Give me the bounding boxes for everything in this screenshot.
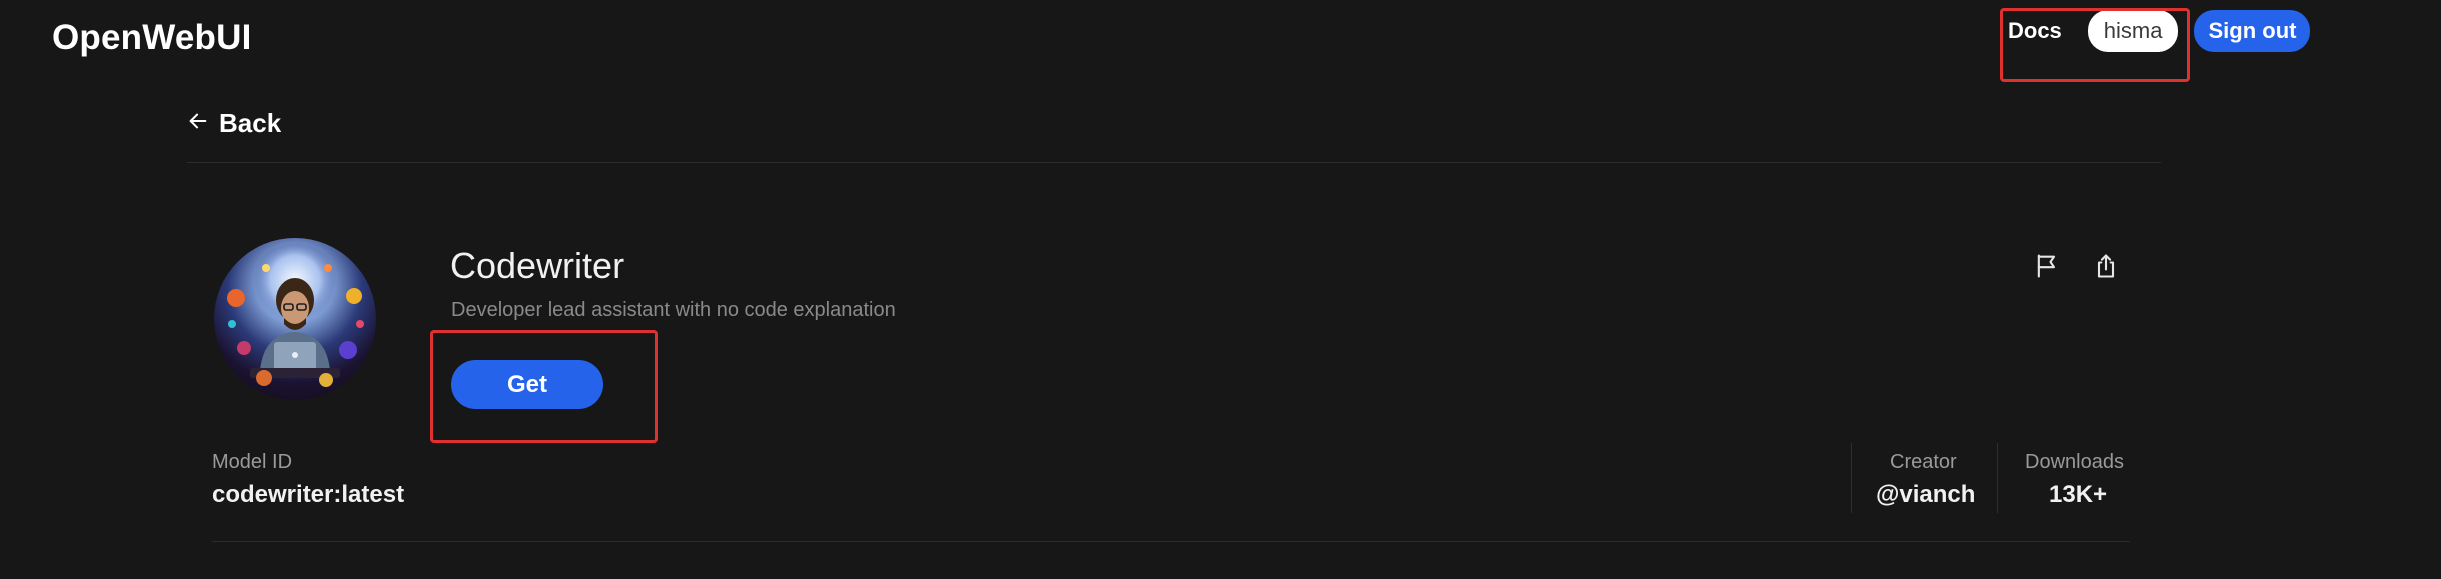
creator-label: Creator [1890,451,1957,473]
user-badge[interactable]: hisma [2087,10,2179,52]
share-button[interactable] [2089,250,2123,284]
app-logo[interactable]: OpenWebUI [52,18,252,58]
sign-out-button[interactable]: Sign out [2194,10,2311,52]
back-label: Back [219,108,282,138]
model-id-label: Model ID [212,451,293,473]
arrow-left-icon [187,108,209,139]
get-model-button[interactable]: Get [451,360,603,409]
docs-link[interactable]: Docs [2002,10,2068,52]
page: OpenWebUI Docs hisma Sign out Back Codew… [0,0,2441,579]
downloads-value: 13K+ [2049,481,2108,508]
top-divider [187,162,2161,163]
model-description: Developer lead assistant with no code ex… [451,299,896,321]
share-icon [2092,252,2120,283]
back-link[interactable]: Back [187,108,281,139]
stats-separator [1851,443,1852,513]
model-avatar [214,238,376,400]
creator-value[interactable]: @vianch [1876,481,1975,509]
stats-separator [1997,443,1998,513]
flag-icon [2033,252,2061,283]
model-id-value: codewriter:latest [212,481,405,508]
bottom-divider [212,541,2130,542]
header-actions: Docs hisma Sign out [2002,10,2311,52]
report-button[interactable] [2030,250,2064,284]
downloads-label: Downloads [2025,451,2124,473]
model-name: Codewriter [450,245,625,286]
